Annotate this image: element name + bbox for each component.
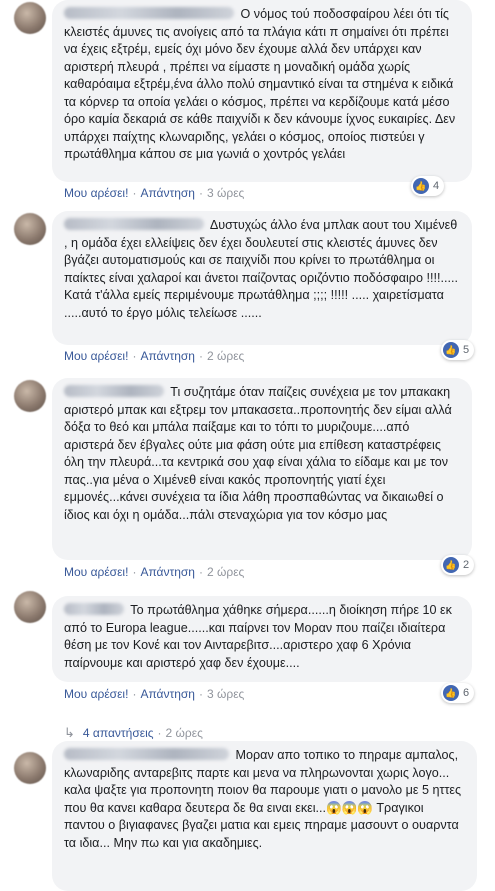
reply-link[interactable]: Απάντηση: [140, 349, 195, 363]
timestamp[interactable]: 2 ώρες: [207, 349, 244, 363]
comment-text: Μοραν απο τοπικο το πηραμε αμπαλος, κλων…: [64, 748, 462, 850]
reactions-badge[interactable]: 👍 6: [441, 683, 475, 703]
comment-bubble: Μοραν απο τοπικο το πηραμε αμπαλος, κλων…: [52, 741, 477, 891]
author-name[interactable]: [64, 603, 124, 615]
comment-bubble: Το πρωτάθλημα χάθηκε σήμερα......η διοίκ…: [52, 596, 472, 682]
replies-timestamp: 2 ώρες: [165, 726, 203, 740]
comment-text: Τι συζητάμε όταν παίζεις συνέχεια με τον…: [64, 385, 452, 522]
thumbs-up-icon: 👍: [443, 342, 459, 358]
reactions-badge[interactable]: 👍 2: [441, 555, 475, 575]
reactions-badge[interactable]: 👍 5: [441, 340, 475, 360]
thumbs-up-icon: 👍: [443, 685, 459, 701]
reactions-badge[interactable]: 👍 4: [411, 176, 445, 196]
replies-count[interactable]: 4 απαντήσεις: [83, 726, 154, 740]
author-name[interactable]: [64, 385, 164, 397]
like-link[interactable]: Μου αρέσει!: [64, 186, 128, 200]
comment-text: Δυστυχώς άλλο ένα μπλακ αουτ του Χιμένεθ…: [64, 218, 458, 320]
comment-actions: Μου αρέσει! · Απάντηση · 3 ώρες: [64, 186, 245, 200]
reply-link[interactable]: Απάντηση: [140, 565, 195, 579]
reply-link[interactable]: Απάντηση: [140, 687, 195, 701]
timestamp[interactable]: 3 ώρες: [207, 687, 244, 701]
view-replies[interactable]: ↳ 4 απαντήσεις · 2 ώρες: [64, 725, 203, 741]
author-name[interactable]: [64, 7, 234, 19]
thumbs-up-icon: 👍: [443, 557, 459, 573]
like-link[interactable]: Μου αρέσει!: [64, 349, 128, 363]
comment-actions: Μου αρέσει! · Απάντηση · 2 ώρες: [64, 349, 245, 363]
avatar[interactable]: [14, 752, 46, 784]
reply-arrow-icon: ↳: [64, 725, 75, 740]
avatar[interactable]: [14, 2, 46, 34]
reply-link[interactable]: Απάντηση: [140, 186, 195, 200]
comment-actions: Μου αρέσει! · Απάντηση · 2 ώρες: [64, 565, 245, 579]
thumbs-up-icon: 👍: [413, 178, 429, 194]
like-link[interactable]: Μου αρέσει!: [64, 687, 128, 701]
avatar[interactable]: [14, 380, 46, 412]
reaction-count: 4: [433, 180, 440, 192]
comment-actions: Μου αρέσει! · Απάντηση · 3 ώρες: [64, 687, 245, 701]
author-name[interactable]: [64, 748, 229, 760]
reaction-count: 6: [463, 687, 470, 699]
reaction-count: 2: [463, 559, 470, 571]
comment-bubble: Ο νόμος τού ποδοσφαίρου λέει ότι τίς κλε…: [52, 0, 472, 182]
avatar[interactable]: [14, 213, 46, 245]
timestamp[interactable]: 3 ώρες: [207, 186, 244, 200]
timestamp[interactable]: 2 ώρες: [207, 565, 244, 579]
comment-bubble: Τι συζητάμε όταν παίζεις συνέχεια με τον…: [52, 378, 472, 560]
reaction-count: 5: [463, 344, 470, 356]
like-link[interactable]: Μου αρέσει!: [64, 565, 128, 579]
comment-bubble: Δυστυχώς άλλο ένα μπλακ αουτ του Χιμένεθ…: [52, 211, 472, 345]
avatar[interactable]: [14, 591, 46, 623]
author-name[interactable]: [64, 218, 204, 230]
comment-text: Ο νόμος τού ποδοσφαίρου λέει ότι τίς κλε…: [64, 7, 456, 161]
